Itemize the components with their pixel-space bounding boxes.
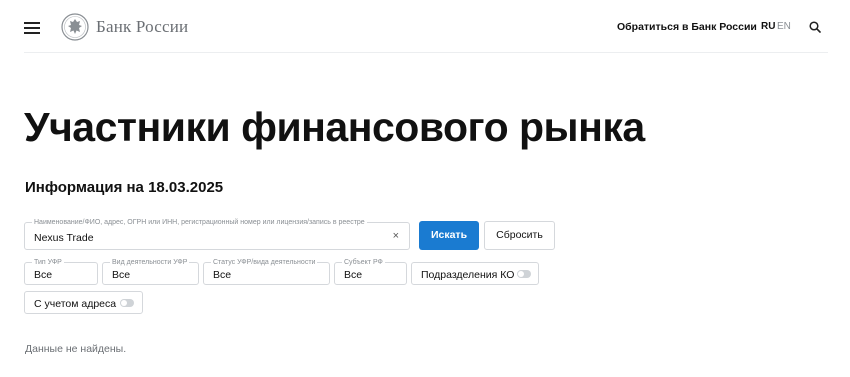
lang-en-link[interactable]: EN — [777, 21, 791, 32]
subject-select-value: Все — [344, 269, 363, 281]
type-select-value: Все — [34, 269, 53, 281]
no-data-message: Данные не найдены. — [25, 343, 127, 355]
status-select-label: Статус УФР/вида деятельности — [211, 258, 318, 267]
lang-ru-link[interactable]: RU — [761, 21, 775, 32]
search-input-value[interactable]: Nexus Trade — [34, 232, 94, 244]
bank-emblem-icon[interactable] — [61, 13, 89, 41]
ko-divisions-toggle-box[interactable]: Подразделения КО — [411, 262, 539, 285]
type-select[interactable]: Тип УФР Все — [24, 258, 98, 285]
header: Банк России Обратиться в Банк России RU … — [0, 0, 850, 56]
info-date-heading: Информация на 18.03.2025 — [25, 179, 224, 196]
activity-select-label: Вид деятельности УФР — [110, 258, 190, 267]
ko-divisions-toggle[interactable] — [517, 270, 531, 278]
type-select-label: Тип УФР — [32, 258, 64, 267]
search-icon[interactable] — [809, 21, 821, 33]
menu-icon[interactable] — [24, 22, 40, 34]
address-toggle-box[interactable]: С учетом адреса — [24, 291, 143, 314]
page-title: Участники финансового рынка — [24, 104, 645, 150]
activity-select[interactable]: Вид деятельности УФР Все — [102, 258, 199, 285]
status-select-value: Все — [213, 269, 232, 281]
header-divider — [24, 52, 828, 53]
address-toggle[interactable] — [120, 299, 134, 307]
search-input[interactable]: Наименование/ФИО, адрес, ОГРН или ИНН, р… — [24, 218, 410, 250]
clear-icon[interactable]: × — [393, 230, 399, 242]
subject-select-label: Субъект РФ — [342, 258, 385, 267]
ko-divisions-label: Подразделения КО — [421, 269, 515, 281]
search-button[interactable]: Искать — [419, 221, 479, 250]
status-select[interactable]: Статус УФР/вида деятельности Все — [203, 258, 330, 285]
reset-button[interactable]: Сбросить — [484, 221, 555, 250]
search-input-label: Наименование/ФИО, адрес, ОГРН или ИНН, р… — [32, 218, 367, 227]
logo-text[interactable]: Банк России — [96, 17, 188, 37]
subject-select[interactable]: Субъект РФ Все — [334, 258, 407, 285]
address-toggle-label: С учетом адреса — [34, 298, 117, 310]
activity-select-value: Все — [112, 269, 131, 281]
contact-bank-link[interactable]: Обратиться в Банк России — [617, 21, 757, 33]
